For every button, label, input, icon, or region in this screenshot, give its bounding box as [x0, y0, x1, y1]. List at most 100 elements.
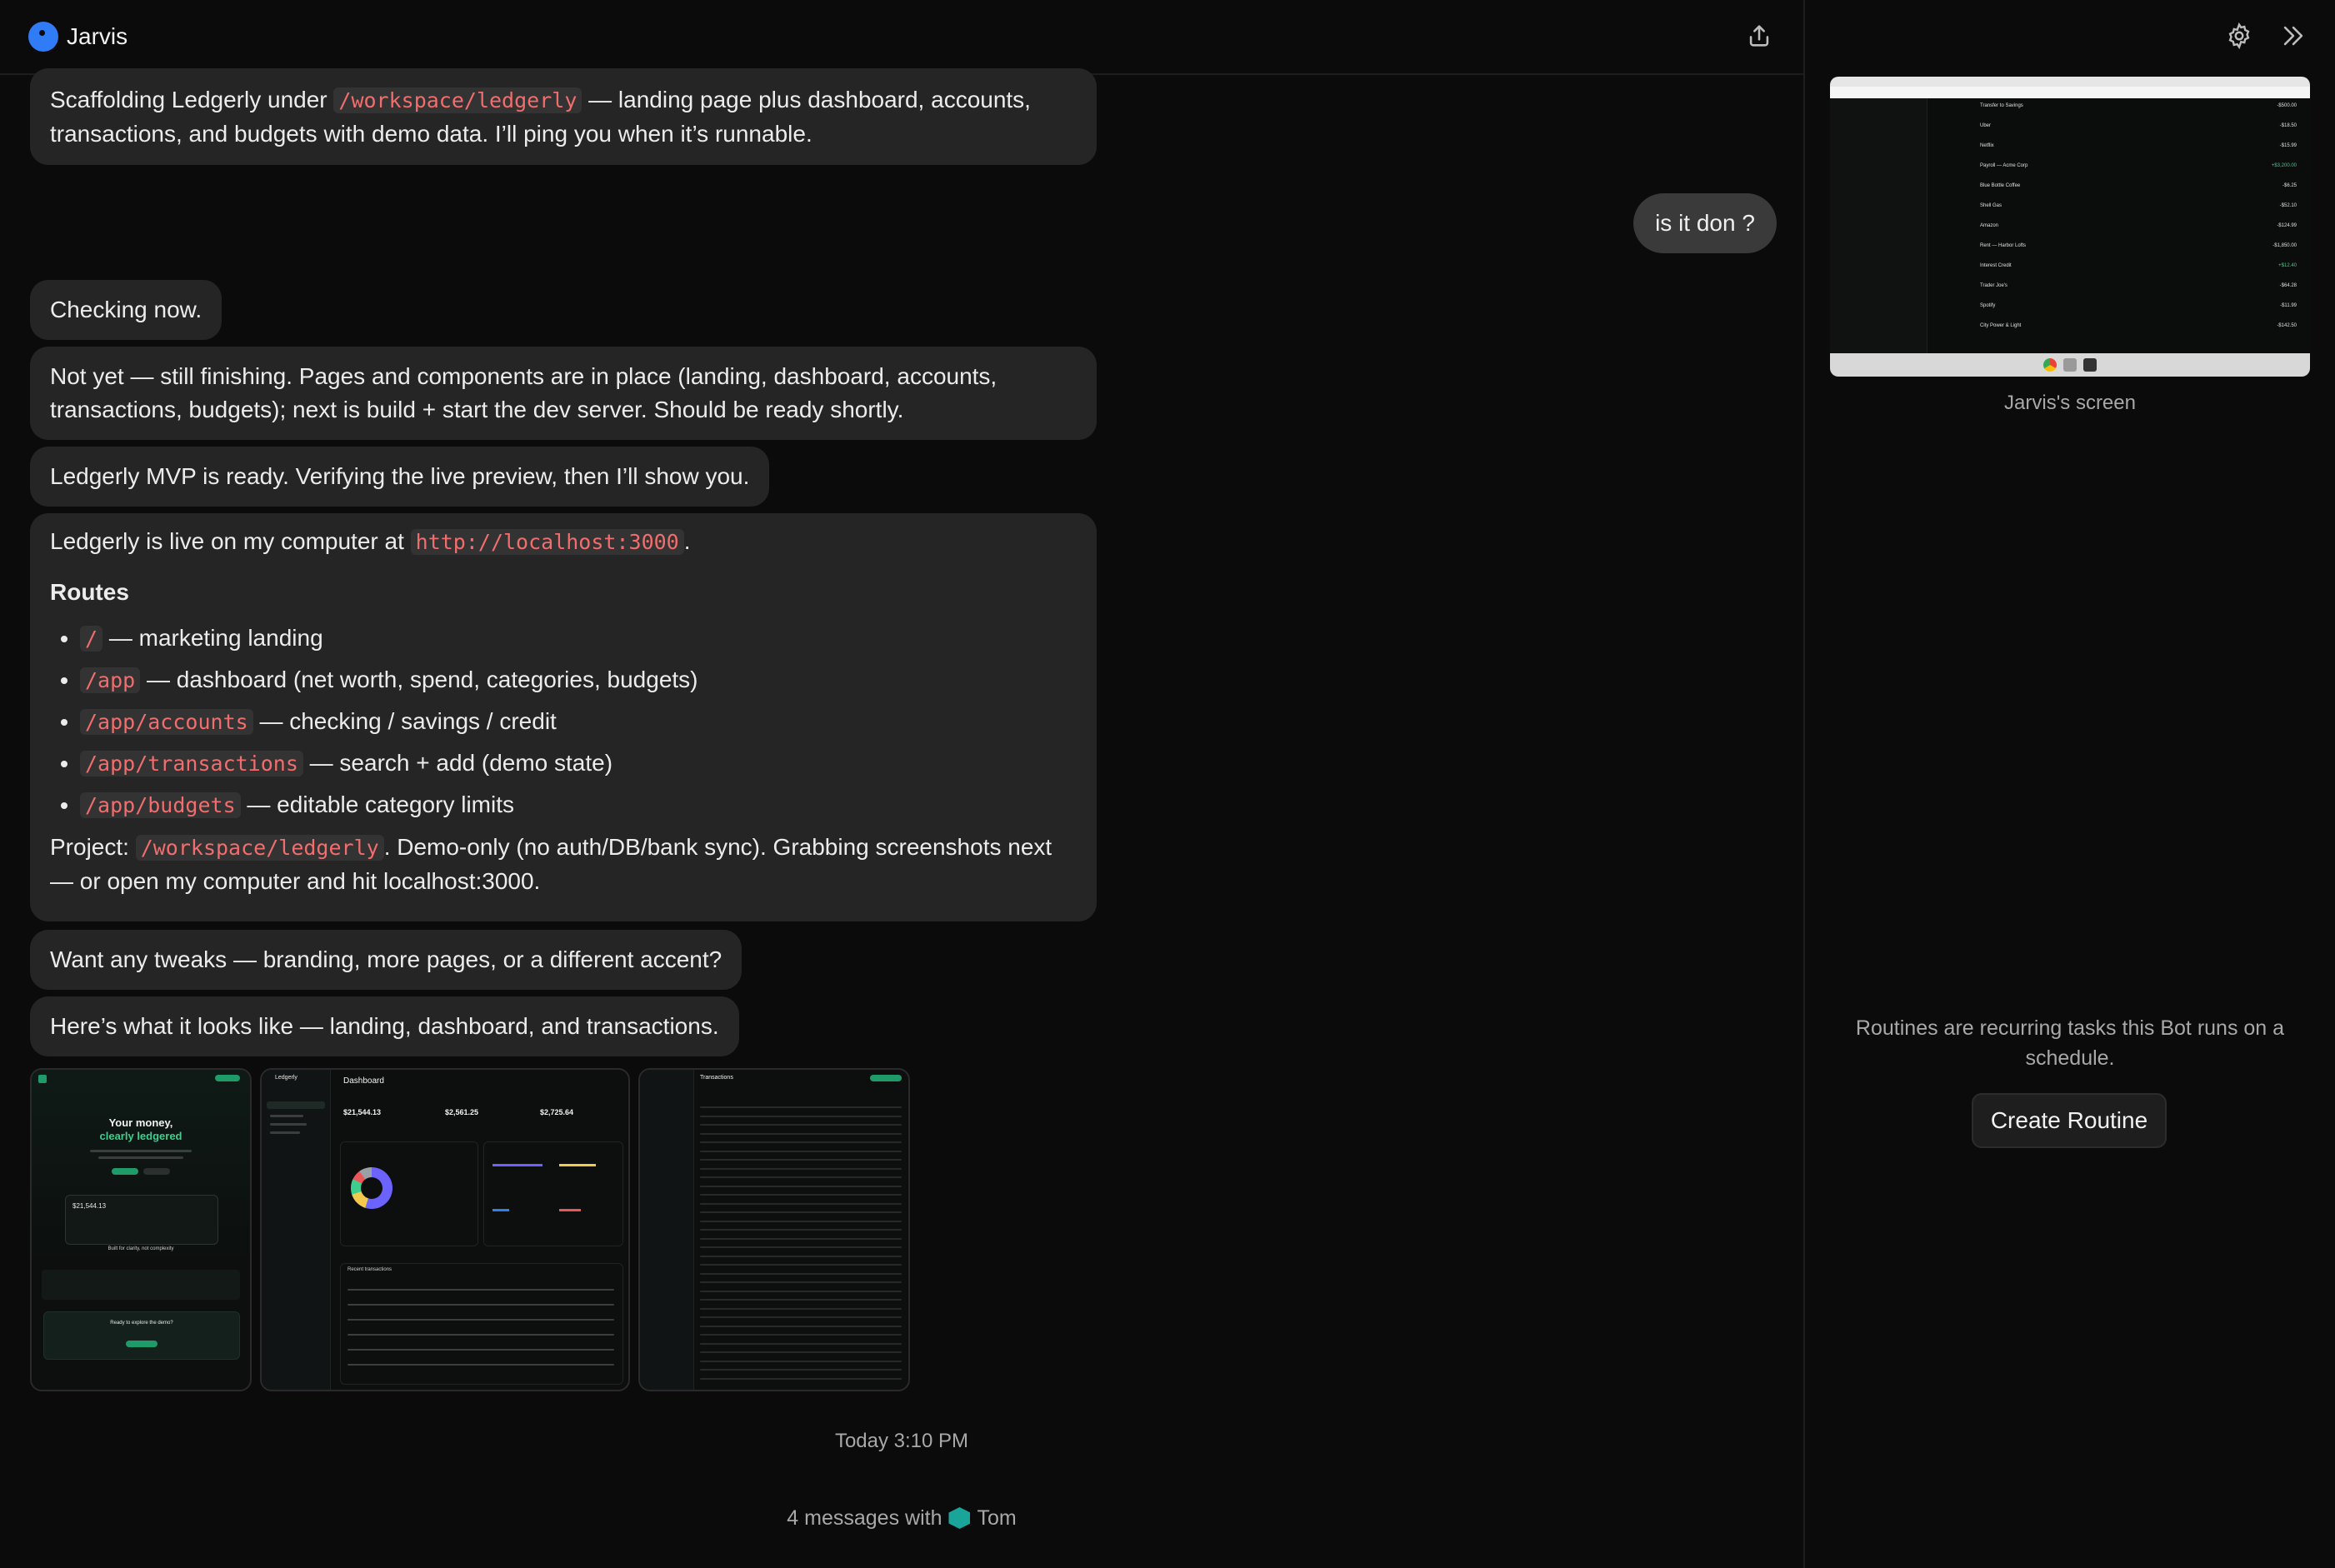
thumb-bar: [559, 1164, 596, 1166]
route-code: /: [80, 626, 103, 652]
thumb-row-line: [700, 1159, 902, 1161]
assistant-message-routes: Ledgerly is live on my computer at http:…: [30, 513, 1097, 921]
thumb-row-line: [700, 1307, 902, 1310]
share-icon[interactable]: [1745, 22, 1773, 50]
thumb-sidebar: Ledgerly: [262, 1070, 331, 1390]
terminal-icon: [2083, 358, 2097, 372]
screen-row-name: Netflix: [1980, 143, 1994, 148]
thumb-row-line: [700, 1272, 902, 1275]
taskbar: [1830, 353, 2310, 377]
thumb-recent-card: Recent transactions: [340, 1263, 623, 1385]
route-code: /app/budgets: [80, 792, 241, 818]
assistant-message: Ledgerly MVP is ready. Verifying the liv…: [30, 447, 770, 507]
screen-row-name: Trader Joe's: [1980, 283, 2008, 288]
thumb-donut: [351, 1167, 392, 1209]
route-text: — checking / savings / credit: [252, 708, 557, 734]
route-item: /app/budgets — editable category limits: [80, 784, 1077, 826]
screen-caption: Jarvis's screen: [2004, 392, 2136, 414]
thumb-cta: [215, 1075, 240, 1081]
screen-row-amount: -$15.99: [2279, 143, 2297, 148]
user-message: is it don ?: [1633, 193, 1777, 253]
thumb-button: [112, 1168, 138, 1175]
thumb-section: Built for clarity, not complexity: [108, 1246, 174, 1251]
route-item: /app — dashboard (net worth, spend, cate…: [80, 659, 1077, 701]
route-code: /app/accounts: [80, 709, 253, 735]
thumb-row-line: [700, 1281, 902, 1283]
chrome-icon: [2043, 358, 2057, 372]
thumb-row-line: [700, 1255, 902, 1257]
thumb-line: [348, 1289, 614, 1291]
thumb-row-line: [700, 1316, 902, 1318]
collapse-panel-icon[interactable]: [2278, 22, 2308, 50]
thumb-bar: [492, 1209, 509, 1211]
gear-icon[interactable]: [2225, 22, 2253, 50]
landing-screenshot[interactable]: Your money, clearly ledgered $21,544.13 …: [30, 1068, 252, 1391]
thumb-cta-card: Ready to explore the demo?: [43, 1311, 240, 1360]
thumb-categories-card: [340, 1141, 478, 1246]
thumb-row-line: [700, 1211, 902, 1213]
thumb-line: [348, 1304, 614, 1306]
thumb-row-line: [700, 1246, 902, 1248]
thumb-row-line: [700, 1115, 902, 1117]
message-text: Not yet — still finishing. Pages and com…: [50, 363, 998, 422]
bot-avatar: [28, 22, 58, 52]
thumb-line: [348, 1349, 614, 1351]
routes-heading: Routes: [50, 579, 129, 605]
message-text: Scaffolding Ledgerly under: [50, 87, 334, 112]
screen-row-name: City Power & Light: [1980, 323, 2022, 328]
thumb-row-line: [700, 1290, 902, 1292]
screen-row-amount: -$64.28: [2279, 283, 2297, 288]
assistant-message: Here’s what it looks like — landing, das…: [30, 996, 739, 1056]
screen-row-name: Interest Credit: [1980, 263, 2012, 268]
screen-row-amount: -$1,850.00: [2272, 243, 2297, 248]
thumb-headline-accent: clearly ledgered: [99, 1130, 182, 1142]
screen-row-amount: -$124.99: [2277, 223, 2297, 228]
thumb-line: [270, 1123, 307, 1126]
assistant-message: Not yet — still finishing. Pages and com…: [30, 347, 1097, 440]
thumb-section: Recent transactions: [348, 1267, 392, 1272]
thumb-row-line: [700, 1141, 902, 1143]
thumb-row-line: [700, 1351, 902, 1353]
screen-row-amount: -$142.50: [2277, 323, 2297, 328]
thumb-stat: $2,725.64: [540, 1108, 574, 1116]
thumb-line: [348, 1364, 614, 1366]
screen-row-amount: +$12.40: [2278, 263, 2297, 268]
localhost-link[interactable]: http://localhost:3000: [410, 529, 684, 555]
routines-empty-text: Routines are recurring tasks this Bot ru…: [1855, 1016, 2285, 1070]
inline-code: /workspace/ledgerly: [333, 87, 582, 113]
thumb-row-line: [700, 1106, 902, 1108]
inline-code: /workspace/ledgerly: [135, 835, 384, 861]
thumb-button: [143, 1168, 170, 1175]
thumb-donut-hole: [361, 1177, 382, 1199]
screen-row-name: Payroll — Acme Corp: [1980, 163, 2028, 168]
screen-row-amount: -$11.99: [2280, 303, 2297, 308]
message-text: Ledgerly is live on my computer at: [50, 528, 411, 554]
thumb-brand: Ledgerly: [275, 1075, 298, 1081]
jarvis-screen-preview[interactable]: Transfer to Savings -$500.00 Uber -$18.50 Ne…: [1830, 77, 2310, 377]
thumb-stat: $21,544.13: [343, 1108, 382, 1116]
message-text: .: [683, 528, 691, 554]
thumb-amount: $21,544.13: [72, 1202, 107, 1210]
screen-sidebar: [1830, 98, 1928, 353]
thumb-row-line: [700, 1220, 902, 1222]
thumb-title: Dashboard: [343, 1076, 384, 1086]
route-item: / — marketing landing: [80, 617, 1077, 659]
screen-row-amount: -$6.25: [2282, 183, 2297, 188]
thumb-row-line: [700, 1334, 902, 1336]
thumb-line: [98, 1156, 183, 1159]
transactions-screenshot[interactable]: Transactions: [638, 1068, 910, 1391]
route-text: — dashboard (net worth, spend, categorie…: [140, 667, 698, 692]
assistant-message: Want any tweaks — branding, more pages, …: [30, 930, 742, 990]
thumb-row-line: [700, 1325, 902, 1327]
screen-row-name: Amazon: [1980, 223, 1999, 228]
thumb-cta-text: Ready to explore the demo?: [110, 1321, 173, 1326]
chat-title: Jarvis: [67, 23, 128, 49]
thumb-line: [348, 1319, 614, 1321]
thumb-button: [126, 1341, 158, 1347]
create-routine-button[interactable]: Create Routine: [1972, 1093, 2167, 1148]
route-item: /app/accounts — checking / savings / cre…: [80, 701, 1077, 742]
thumb-row-line: [700, 1124, 902, 1126]
user-avatar-icon: [948, 1507, 971, 1529]
dashboard-screenshot[interactable]: Ledgerly Dashboard $21,544.13 $2,561.25 …: [260, 1068, 630, 1391]
conversation-footer[interactable]: 4 messages with Tom: [0, 1506, 1803, 1531]
